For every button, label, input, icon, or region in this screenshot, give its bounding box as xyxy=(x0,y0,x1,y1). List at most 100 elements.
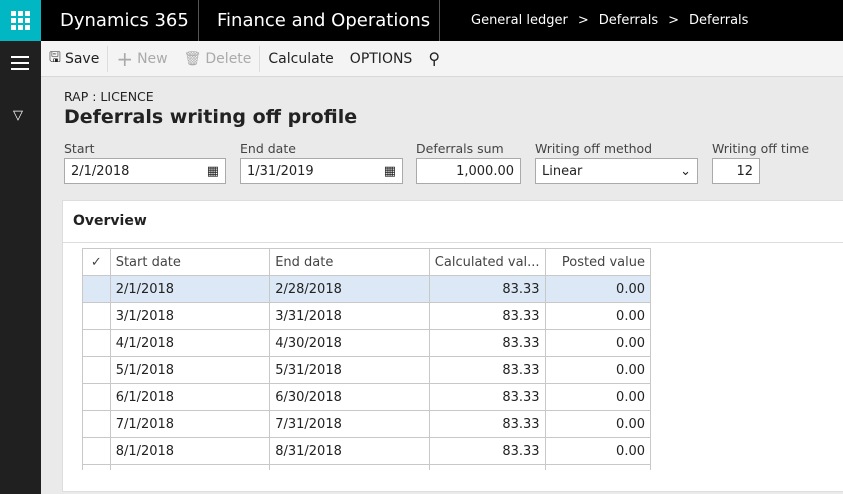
calculate-button[interactable]: Calculate xyxy=(260,41,341,77)
column-header[interactable]: End date xyxy=(269,248,430,276)
new-button[interactable]: + New xyxy=(108,41,175,77)
table-cell[interactable]: 3/1/2018 xyxy=(109,302,271,330)
table-cell[interactable]: 83.33 xyxy=(428,329,546,357)
row-selector[interactable] xyxy=(82,275,111,303)
table-row[interactable]: 7/1/2018 7/31/2018 83.33 0.00 xyxy=(82,410,651,438)
chevron-right-icon: > xyxy=(577,13,589,28)
table-row[interactable]: 3/1/2018 3/31/2018 83.33 0.00 xyxy=(82,302,651,330)
table-cell[interactable]: 0.00 xyxy=(544,356,651,384)
table-cell[interactable]: 83.33 xyxy=(428,410,546,438)
page-title: Deferrals writing off profile xyxy=(64,106,358,128)
breadcrumb-item[interactable]: General ledger xyxy=(471,13,568,28)
table-cell[interactable]: 83.33 xyxy=(428,437,546,465)
table-cell[interactable]: 9/1/2018 xyxy=(109,464,271,470)
end-date-label: End date xyxy=(240,141,296,156)
row-selector[interactable] xyxy=(82,356,111,384)
deferrals-sum-field: Deferrals sum 1,000.00 xyxy=(416,141,521,184)
overview-title[interactable]: Overview xyxy=(73,213,147,229)
column-header[interactable]: Calculated val... xyxy=(428,248,546,276)
writing-off-method-select[interactable]: Linear ⌄ xyxy=(535,158,698,184)
select-all-checkbox[interactable]: ✓ xyxy=(82,248,111,276)
overview-panel: Overview ✓ Start date End date Calculate… xyxy=(62,200,843,492)
table-cell[interactable]: 0.00 xyxy=(544,464,651,470)
table-cell[interactable]: 5/31/2018 xyxy=(269,356,430,384)
row-selector[interactable] xyxy=(82,329,111,357)
table-cell[interactable]: 7/1/2018 xyxy=(109,410,271,438)
plus-icon: + xyxy=(116,46,134,71)
table-cell[interactable]: 6/30/2018 xyxy=(269,383,430,411)
breadcrumb: General ledger > Deferrals > Deferrals xyxy=(471,13,748,28)
save-icon: 🖫 xyxy=(49,49,61,66)
table-row[interactable]: 4/1/2018 4/30/2018 83.33 0.00 xyxy=(82,329,651,357)
filter-icon[interactable]: ▽ xyxy=(13,108,23,123)
row-selector[interactable] xyxy=(82,302,111,330)
hamburger-menu-icon[interactable] xyxy=(11,56,29,74)
table-cell[interactable]: 0.00 xyxy=(544,437,651,465)
table-cell[interactable]: 83.33 xyxy=(428,356,546,384)
table-cell[interactable]: 6/1/2018 xyxy=(109,383,271,411)
overview-grid: ✓ Start date End date Calculated val... … xyxy=(82,248,651,470)
table-cell[interactable]: 3/31/2018 xyxy=(269,302,430,330)
table-cell[interactable]: 83.33 xyxy=(428,302,546,330)
table-row[interactable]: 9/1/20189/30/201883.330.00 xyxy=(82,464,651,470)
start-label: Start xyxy=(64,141,95,156)
table-row[interactable]: 6/1/2018 6/30/2018 83.33 0.00 xyxy=(82,383,651,411)
table-cell[interactable]: 2/1/2018 xyxy=(109,275,271,303)
writing-off-time-input[interactable]: 12 xyxy=(712,158,760,184)
breadcrumb-item[interactable]: Deferrals xyxy=(599,13,658,28)
app-launcher-button[interactable] xyxy=(0,0,41,41)
table-cell[interactable]: 4/30/2018 xyxy=(269,329,430,357)
table-row[interactable]: 2/1/2018 2/28/2018 83.33 0.00 xyxy=(82,275,651,303)
writing-off-time-field: Writing off time 12 xyxy=(712,141,809,184)
table-cell[interactable]: 5/1/2018 xyxy=(109,356,271,384)
column-header[interactable]: Posted value xyxy=(544,248,651,276)
table-cell[interactable]: 4/1/2018 xyxy=(109,329,271,357)
table-cell[interactable]: 9/30/2018 xyxy=(269,464,430,470)
table-cell[interactable]: 8/31/2018 xyxy=(269,437,430,465)
deferrals-sum-label: Deferrals sum xyxy=(416,141,504,156)
table-cell[interactable]: 83.33 xyxy=(428,275,546,303)
save-button[interactable]: 🖫 Save xyxy=(41,41,107,77)
options-button[interactable]: OPTIONS xyxy=(342,41,421,77)
row-selector[interactable] xyxy=(82,410,111,438)
column-header[interactable]: Start date xyxy=(109,248,271,276)
table-row[interactable]: 5/1/2018 5/31/2018 83.33 0.00 xyxy=(82,356,651,384)
row-selector[interactable] xyxy=(82,437,111,465)
deferrals-sum-input[interactable]: 1,000.00 xyxy=(416,158,521,184)
table-cell[interactable]: 8/1/2018 xyxy=(109,437,271,465)
end-date-field: End date 1/31/2019 ▦ xyxy=(240,141,403,184)
record-caption: RAP : LICENCE xyxy=(64,89,154,104)
trash-icon: 🗑 xyxy=(183,50,202,67)
start-field: Start 2/1/2018 ▦ xyxy=(64,141,226,184)
start-input[interactable]: 2/1/2018 ▦ xyxy=(64,158,226,184)
table-cell[interactable]: 0.00 xyxy=(544,275,651,303)
top-bar: Dynamics 365 Finance and Operations Gene… xyxy=(0,0,843,41)
waffle-icon xyxy=(11,11,30,30)
delete-button[interactable]: 🗑 Delete xyxy=(176,41,260,77)
writing-off-method-label: Writing off method xyxy=(535,141,653,156)
table-cell[interactable]: 0.00 xyxy=(544,302,651,330)
table-cell[interactable]: 0.00 xyxy=(544,329,651,357)
writing-off-method-field: Writing off method Linear ⌄ xyxy=(535,141,698,184)
search-icon[interactable]: ⚲ xyxy=(420,41,448,77)
calendar-icon[interactable]: ▦ xyxy=(384,164,396,179)
end-date-input[interactable]: 1/31/2019 ▦ xyxy=(240,158,403,184)
table-cell[interactable]: 7/31/2018 xyxy=(269,410,430,438)
writing-off-time-label: Writing off time xyxy=(712,141,810,156)
table-cell[interactable]: 83.33 xyxy=(428,464,546,470)
table-cell[interactable]: 0.00 xyxy=(544,383,651,411)
breadcrumb-item[interactable]: Deferrals xyxy=(689,13,748,28)
app-name: Finance and Operations xyxy=(217,10,431,31)
table-cell[interactable]: 2/28/2018 xyxy=(269,275,430,303)
chevron-down-icon: ⌄ xyxy=(680,163,691,179)
table-cell[interactable]: 0.00 xyxy=(544,410,651,438)
sidebar: ▽ xyxy=(0,41,41,494)
row-selector[interactable] xyxy=(82,464,111,470)
chevron-right-icon: > xyxy=(668,13,680,28)
table-row[interactable]: 8/1/2018 8/31/2018 83.33 0.00 xyxy=(82,437,651,465)
row-selector[interactable] xyxy=(82,383,111,411)
table-cell[interactable]: 83.33 xyxy=(428,383,546,411)
brand-name[interactable]: Dynamics 365 xyxy=(60,10,189,31)
calendar-icon[interactable]: ▦ xyxy=(207,164,219,179)
action-bar: 🖫 Save + New 🗑 Delete Calculate OPTIONS ⚲ xyxy=(41,41,843,77)
